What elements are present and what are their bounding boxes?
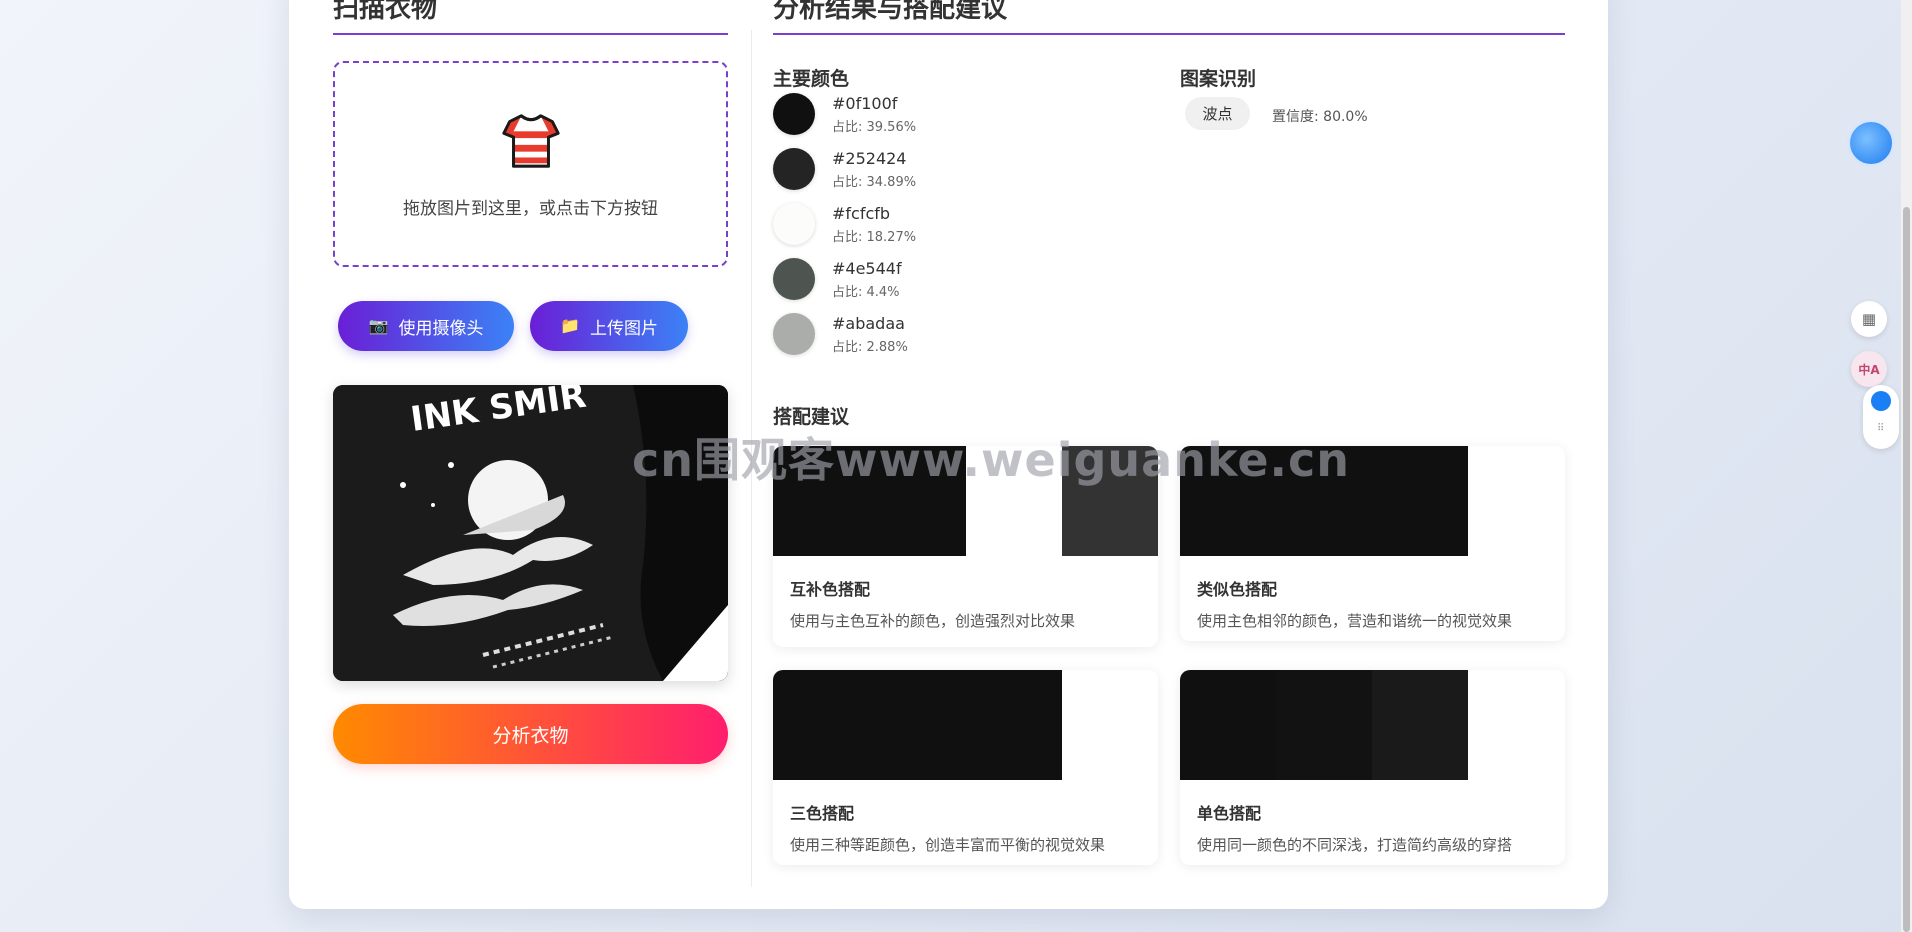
color-swatch bbox=[773, 93, 815, 135]
upload-image-label: 上传图片 bbox=[589, 318, 658, 338]
translate-icon[interactable]: 中A bbox=[1851, 351, 1887, 387]
use-camera-label: 使用摄像头 bbox=[398, 318, 484, 338]
suggestion-description: 使用与主色互补的颜色，创造强烈对比效果 bbox=[790, 612, 1076, 630]
apps-add-icon[interactable]: ▦ bbox=[1851, 301, 1887, 337]
use-camera-button[interactable]: 📷 使用摄像头 bbox=[338, 301, 514, 351]
color-hex: #4e544f bbox=[832, 258, 902, 278]
color-percentage: 占比: 34.89% bbox=[832, 174, 917, 190]
scrollbar-thumb[interactable] bbox=[1903, 207, 1910, 932]
floating-assistant-ball[interactable] bbox=[1847, 119, 1895, 167]
color-swatch bbox=[773, 203, 815, 245]
color-item: #0f100f 占比: 39.56% bbox=[773, 93, 916, 135]
suggestion-palette bbox=[1180, 670, 1565, 780]
color-swatch bbox=[773, 148, 815, 190]
suggestion-name: 类似色搭配 bbox=[1197, 580, 1278, 599]
color-percentage: 占比: 18.27% bbox=[832, 229, 917, 245]
color-swatch bbox=[773, 258, 815, 300]
pattern-tag: 波点 bbox=[1185, 97, 1250, 130]
color-hex: #252424 bbox=[832, 148, 907, 168]
color-hex: #abadaa bbox=[832, 313, 905, 333]
chat-bubble-icon[interactable] bbox=[1871, 391, 1891, 411]
folder-icon: 📁 bbox=[560, 318, 580, 335]
suggestion-description: 使用三种等距颜色，创造丰富而平衡的视觉效果 bbox=[790, 836, 1106, 854]
color-percentage: 占比: 4.4% bbox=[832, 284, 900, 300]
scan-section-title: 扫描衣物 bbox=[333, 0, 728, 35]
color-item: #252424 占比: 34.89% bbox=[773, 148, 916, 190]
dropzone-hint: 拖放图片到这里，或点击下方按钮 bbox=[403, 198, 658, 219]
suggestion-description: 使用主色相邻的颜色，营造和谐统一的视觉效果 bbox=[1197, 612, 1513, 630]
color-percentage: 占比: 2.88% bbox=[832, 339, 908, 355]
drag-grip-icon[interactable]: ⠿ bbox=[1877, 423, 1884, 434]
suggestion-name: 互补色搭配 bbox=[790, 580, 871, 599]
camera-icon: 📷 bbox=[368, 318, 389, 335]
color-hex: #fcfcfb bbox=[832, 203, 891, 223]
upload-image-button[interactable]: 📁 上传图片 bbox=[530, 301, 688, 351]
suggestion-palette bbox=[773, 670, 1158, 780]
pattern-recognition-title: 图案识别 bbox=[1180, 68, 1257, 90]
pattern-confidence: 置信度: 80.0% bbox=[1272, 109, 1368, 125]
suggestion-card-monochrome[interactable]: 单色搭配 使用同一颜色的不同深浅，打造简约高级的穿搭 bbox=[1180, 670, 1565, 865]
suggestion-name: 三色搭配 bbox=[790, 804, 855, 823]
analyze-clothing-button[interactable]: 分析衣物 bbox=[333, 704, 728, 764]
color-item: #fcfcfb 占比: 18.27% bbox=[773, 203, 916, 245]
color-hex: #0f100f bbox=[832, 93, 898, 113]
results-section-title: 分析结果与搭配建议 bbox=[773, 0, 1565, 35]
main-colors-title: 主要颜色 bbox=[773, 68, 850, 90]
side-chat-widget[interactable]: ⠿ bbox=[1863, 385, 1899, 449]
watermark: cn围观客www.weiguanke.cn bbox=[632, 433, 1351, 487]
suggestion-card-triadic[interactable]: 三色搭配 使用三种等距颜色，创造丰富而平衡的视觉效果 bbox=[773, 670, 1158, 865]
color-percentage: 占比: 39.56% bbox=[832, 119, 917, 135]
color-item: #abadaa 占比: 2.88% bbox=[773, 313, 908, 355]
color-swatch bbox=[773, 313, 815, 355]
image-dropzone[interactable]: 拖放图片到这里，或点击下方按钮 bbox=[333, 61, 728, 267]
suggestion-description: 使用同一颜色的不同深浅，打造简约高级的穿搭 bbox=[1197, 836, 1513, 854]
color-item: #4e544f 占比: 4.4% bbox=[773, 258, 902, 300]
suggestion-name: 单色搭配 bbox=[1197, 804, 1262, 823]
shirt-icon bbox=[501, 113, 560, 168]
